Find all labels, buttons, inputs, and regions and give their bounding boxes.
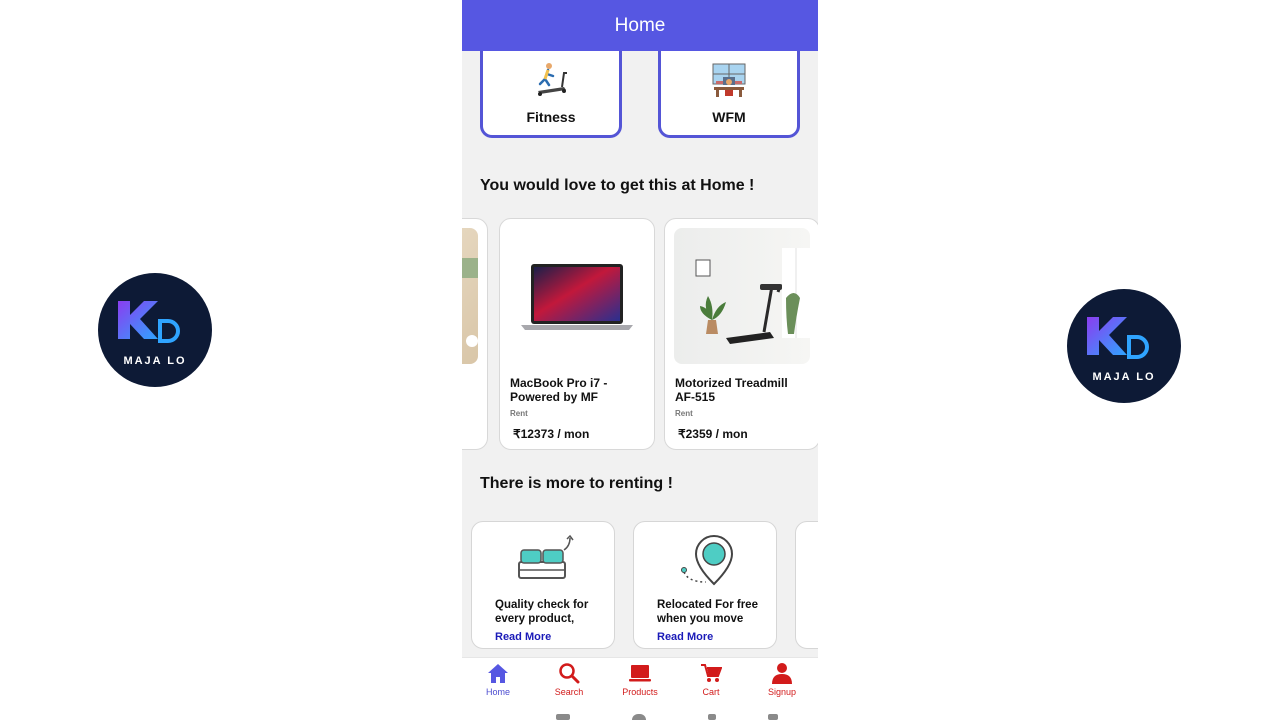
bed-upgrade-icon bbox=[518, 534, 574, 579]
brand-logo-left: MAJA LO bbox=[98, 273, 212, 387]
product-card[interactable]: MacBook Pro i7 - Powered by MF Rent ₹123… bbox=[499, 218, 655, 450]
location-pin-icon bbox=[681, 535, 734, 586]
section-title-features: There is more to renting ! bbox=[480, 475, 673, 492]
workspace-icon bbox=[712, 63, 746, 97]
feature-text: Relocated For free when you move bbox=[657, 599, 758, 625]
laptop-icon bbox=[629, 665, 651, 682]
bottom-navigation: Home Search Products Cart Signup bbox=[462, 657, 818, 703]
product-card[interactable]: Motorized Treadmill AF-515 Rent ₹2359 / … bbox=[664, 218, 818, 450]
product-image bbox=[674, 228, 810, 364]
category-card-fitness[interactable]: Fitness bbox=[480, 51, 622, 138]
product-price: ₹12373 / mon bbox=[513, 427, 590, 441]
logo-text: MAJA LO bbox=[123, 355, 186, 367]
nav-label: Signup bbox=[767, 687, 797, 697]
nav-cart[interactable]: Cart bbox=[681, 662, 741, 697]
laptop-image bbox=[521, 264, 633, 330]
app-bar: Home bbox=[462, 0, 818, 51]
accessibility-icon[interactable] bbox=[768, 714, 778, 720]
search-icon bbox=[559, 663, 580, 684]
product-name: Motorized Treadmill AF-515 bbox=[675, 376, 788, 404]
brand-logo-right: MAJA LO bbox=[1067, 289, 1181, 403]
nav-label: Cart bbox=[702, 687, 720, 697]
logo-text: MAJA LO bbox=[1092, 371, 1155, 383]
page-title: Home bbox=[614, 14, 666, 36]
back-icon[interactable] bbox=[708, 714, 716, 720]
home-icon bbox=[488, 664, 508, 683]
system-navigation-bar bbox=[462, 703, 818, 720]
nav-signup[interactable]: Signup bbox=[752, 662, 812, 697]
product-type: Rent bbox=[510, 409, 528, 418]
nav-home[interactable]: Home bbox=[468, 662, 528, 697]
nav-products[interactable]: Products bbox=[610, 662, 670, 697]
feature-card[interactable]: Quality check for every product, Read Mo… bbox=[471, 521, 615, 649]
product-type: Rent bbox=[675, 409, 693, 418]
treadmill-image bbox=[695, 248, 810, 344]
read-more-link[interactable]: Read More bbox=[495, 631, 551, 643]
category-card-wfm[interactable]: WFM bbox=[658, 51, 800, 138]
recents-icon[interactable] bbox=[556, 714, 570, 720]
nav-label: Search bbox=[554, 687, 584, 697]
screen: MAJA LO MAJA LO Home Fitness WFM You wou… bbox=[0, 0, 1280, 720]
treadmill-icon bbox=[538, 63, 567, 96]
feature-card-partial[interactable] bbox=[795, 521, 818, 649]
home-system-icon[interactable] bbox=[632, 714, 646, 720]
nav-label: Home bbox=[485, 687, 510, 697]
product-image bbox=[509, 228, 645, 364]
feature-text: Quality check for every product, bbox=[495, 599, 589, 625]
category-label: Fitness bbox=[526, 109, 576, 125]
user-icon bbox=[772, 663, 792, 684]
nav-label: Products bbox=[622, 687, 658, 697]
feature-card[interactable]: Relocated For free when you move Read Mo… bbox=[633, 521, 777, 649]
category-label: WFM bbox=[712, 109, 746, 125]
read-more-link[interactable]: Read More bbox=[657, 631, 713, 643]
phone-screen: Home Fitness WFM You would love to get t… bbox=[462, 0, 818, 720]
product-image bbox=[462, 228, 478, 364]
product-price: ₹2359 / mon bbox=[678, 427, 748, 441]
product-name: MacBook Pro i7 - Powered by MF bbox=[510, 376, 608, 404]
section-title-products: You would love to get this at Home ! bbox=[480, 177, 755, 194]
cart-icon bbox=[701, 664, 722, 682]
product-card-partial[interactable] bbox=[462, 218, 488, 450]
nav-search[interactable]: Search bbox=[539, 662, 599, 697]
